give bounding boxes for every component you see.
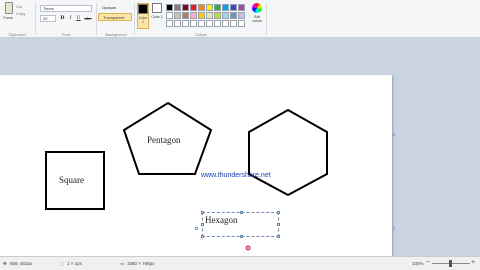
underline-button[interactable]: U	[75, 15, 82, 22]
strikethrough-button[interactable]: abc	[83, 15, 93, 22]
hexagon-textbox[interactable]: Hexagon	[201, 211, 280, 238]
resize-handle[interactable]	[201, 211, 204, 214]
cut-button[interactable]: Cut	[16, 4, 22, 9]
paste-icon[interactable]	[5, 2, 13, 14]
bold-button[interactable]: B	[59, 15, 66, 22]
pentagon-label: Pentagon	[147, 135, 181, 145]
canvas-area: Square Pentagon www.thundershare.net Hex…	[0, 38, 480, 265]
ribbon: Paste Cut Copy Clipboard Font Times 20 B…	[0, 0, 480, 38]
selection-size: 1 × 1px	[67, 261, 82, 266]
hexagon-label[interactable]: Hexagon	[205, 215, 238, 225]
canvas-resize-corner[interactable]	[392, 227, 395, 230]
paste-button[interactable]: Paste	[3, 15, 13, 20]
resize-handle[interactable]	[277, 235, 280, 238]
zoom-slider-thumb[interactable]	[449, 260, 452, 267]
divider	[266, 3, 267, 35]
zoom-in-button[interactable]: +	[471, 259, 475, 267]
square-label: Square	[59, 175, 84, 185]
canvas-resize-bottom[interactable]	[195, 227, 198, 230]
drawing-canvas[interactable]: Square Pentagon www.thundershare.net Hex…	[0, 75, 392, 265]
cursor-icon	[245, 245, 251, 251]
font-family-select[interactable]: Times	[40, 5, 92, 12]
divider	[134, 3, 135, 35]
font-size-select[interactable]: 20	[40, 15, 56, 22]
background-group: Background	[96, 0, 136, 38]
font-group-label: Font	[61, 32, 70, 37]
cursor-position-icon: ✥	[3, 261, 7, 266]
zoom-level: 100%	[412, 261, 424, 266]
background-group-label: Background	[105, 32, 127, 37]
image-size-icon: ▭	[120, 261, 125, 266]
hexagon-shape[interactable]	[248, 108, 328, 197]
selection-size-icon: ⬚	[60, 261, 65, 266]
colors-group-label: Colors	[195, 32, 207, 37]
italic-button[interactable]: I	[67, 15, 74, 22]
cursor-position: 659, 462px	[10, 261, 33, 266]
clipboard-group-label: Clipboard	[8, 32, 26, 37]
colors-group: Colors	[136, 0, 266, 38]
resize-handle[interactable]	[240, 211, 243, 214]
watermark-url: www.thundershare.net	[201, 172, 271, 179]
resize-handle[interactable]	[240, 235, 243, 238]
zoom-out-button[interactable]: −	[426, 259, 430, 267]
image-size: 1580 × 768px	[127, 261, 155, 266]
canvas-resize-right[interactable]	[392, 133, 395, 136]
resize-handle[interactable]	[277, 211, 280, 214]
clipboard-group: Paste Cut Copy Clipboard	[0, 0, 34, 38]
resize-handle[interactable]	[201, 235, 204, 238]
shapes-layer	[45, 101, 328, 210]
resize-handle[interactable]	[201, 223, 204, 226]
status-bar: ✥ 659, 462px ⬚ 1 × 1px ▭ 1580 × 768px 10…	[0, 256, 480, 270]
copy-button[interactable]: Copy	[16, 11, 25, 16]
resize-handle[interactable]	[277, 223, 280, 226]
